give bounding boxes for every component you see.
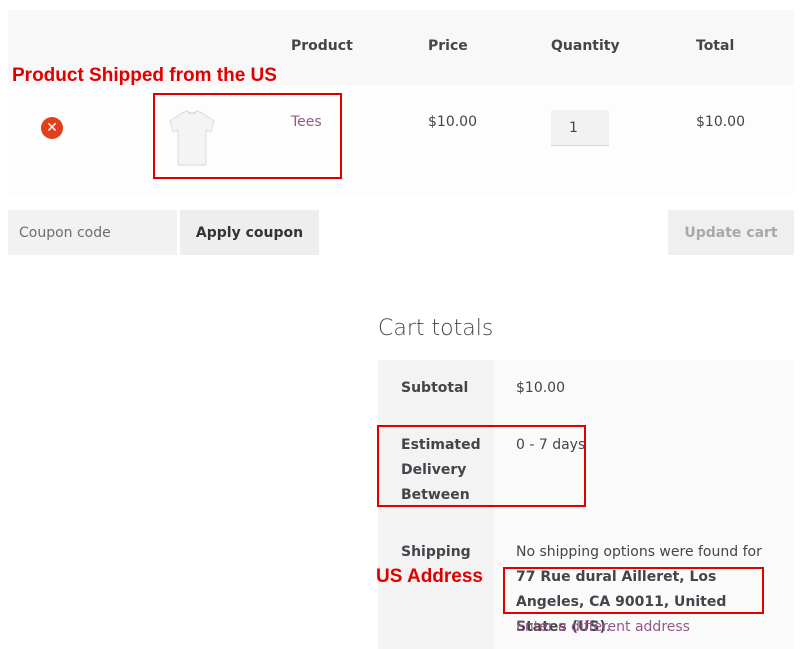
product-shipped-annotation: Product Shipped from the US — [12, 65, 277, 86]
us-address-annotation: US Address — [376, 566, 483, 587]
delivery-highlight-box — [377, 425, 586, 507]
shipping-label: Shipping — [401, 544, 471, 560]
quantity-column-header: Quantity — [551, 38, 620, 54]
cart-totals-title: Cart totals — [378, 316, 494, 341]
coupon-code-input[interactable] — [8, 210, 177, 255]
enter-different-address-link[interactable]: Enter a different address — [516, 615, 690, 640]
update-cart-button[interactable]: Update cart — [668, 210, 794, 255]
price-column-header: Price — [428, 38, 468, 54]
address-highlight-box — [503, 567, 764, 614]
cart-item-row — [8, 85, 794, 194]
subtotal-value: $10.00 — [516, 380, 565, 396]
item-price: $10.00 — [428, 114, 477, 130]
product-highlight-box — [153, 93, 342, 179]
shipping-message-text: No shipping options were found for — [516, 544, 762, 560]
quantity-input[interactable] — [551, 110, 609, 146]
subtotal-label: Subtotal — [401, 380, 469, 396]
product-column-header: Product — [291, 38, 353, 54]
remove-icon[interactable]: ✕ — [41, 117, 63, 139]
item-total: $10.00 — [696, 114, 745, 130]
apply-coupon-button[interactable]: Apply coupon — [180, 210, 319, 255]
total-column-header: Total — [696, 38, 735, 54]
